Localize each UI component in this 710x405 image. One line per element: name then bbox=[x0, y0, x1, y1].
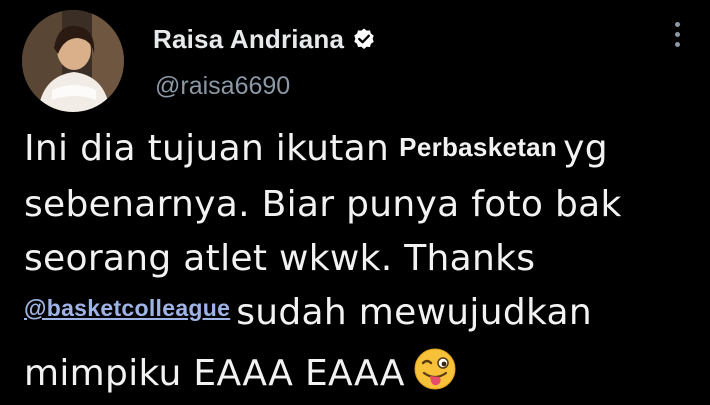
tweet-text-line-2: sebenarnya. Biar punya foto bak bbox=[24, 184, 622, 225]
tweet-text-line-3: seorang atlet wkwk. Thanks bbox=[24, 238, 536, 279]
user-handle[interactable]: @raisa6690 bbox=[155, 72, 290, 101]
more-vertical-icon[interactable] bbox=[670, 22, 684, 58]
verified-badge-icon bbox=[352, 27, 376, 51]
tweet-text: yg bbox=[563, 128, 608, 169]
avatar[interactable] bbox=[22, 10, 124, 112]
tweet-text-line-1: Ini dia tujuan ikutan Perbasketan yg bbox=[24, 128, 608, 169]
mention-link[interactable]: @basketcolleague bbox=[24, 295, 230, 321]
tweet-text: mimpiku EAAA EAAA bbox=[24, 353, 405, 394]
profile-photo-icon bbox=[22, 10, 124, 112]
tweet-text-line-4: @basketcolleague sudah mewujudkan bbox=[24, 292, 592, 333]
tweet-text: Ini dia tujuan ikutan bbox=[24, 128, 390, 169]
tweet-card: Raisa Andriana @raisa6690 Ini dia tujuan… bbox=[0, 0, 710, 405]
winking-face-tongue-icon bbox=[413, 347, 457, 391]
tweet-text: sudah mewujudkan bbox=[236, 292, 592, 333]
tweet-bold-word: Perbasketan bbox=[399, 132, 558, 162]
tweet-text-line-5: mimpiku EAAA EAAA bbox=[24, 347, 457, 394]
name-row: Raisa Andriana bbox=[153, 22, 376, 56]
display-name[interactable]: Raisa Andriana bbox=[153, 24, 344, 55]
